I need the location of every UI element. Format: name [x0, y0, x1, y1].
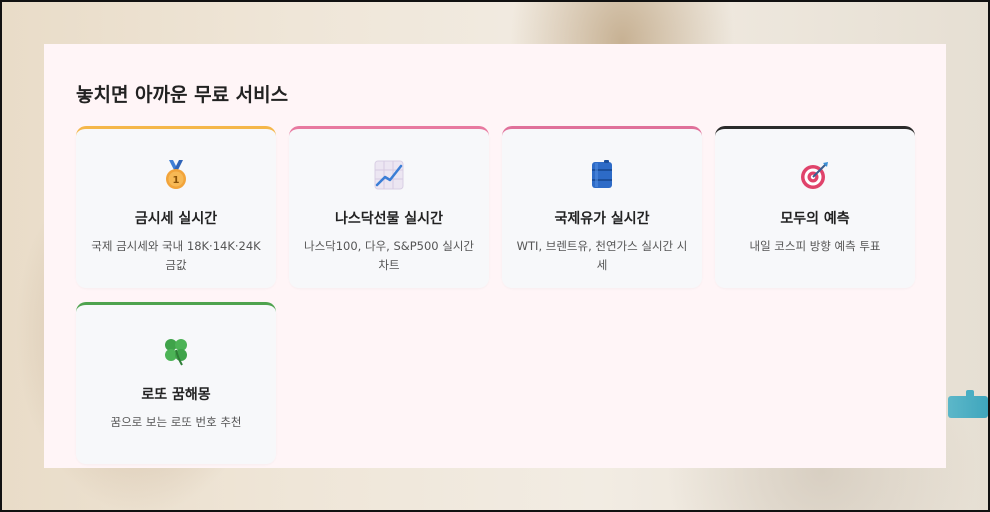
service-card-prediction[interactable]: 모두의 예측 내일 코스피 방향 예측 투표 [715, 126, 915, 288]
card-title: 모두의 예측 [780, 211, 850, 227]
card-description: 꿈으로 보는 로또 번호 추천 [110, 415, 242, 429]
four-leaf-clover-icon [160, 335, 192, 367]
card-description: WTI, 브렌트유, 천연가스 실시간 시세 [516, 239, 688, 272]
svg-text:1: 1 [173, 175, 180, 186]
service-card-oil-price[interactable]: 국제유가 실시간 WTI, 브렌트유, 천연가스 실시간 시세 [502, 126, 702, 288]
card-title: 로또 꿈해몽 [141, 387, 211, 403]
card-description: 나스닥100, 다우, S&P500 실시간 차트 [303, 239, 475, 272]
card-description: 내일 코스피 방향 예측 투표 [749, 239, 881, 253]
service-card-gold-price[interactable]: 1 금시세 실시간 국제 금시세와 국내 18K·14K·24K 금값 [76, 126, 276, 288]
card-title: 나스닥선물 실시간 [335, 211, 443, 227]
free-services-panel: 놓치면 아까운 무료 서비스 1 금시세 실시간 국제 금시세와 국내 18K·… [44, 44, 946, 468]
background-decoration [948, 390, 988, 418]
service-card-nasdaq-futures[interactable]: 나스닥선물 실시간 나스닥100, 다우, S&P500 실시간 차트 [289, 126, 489, 288]
oil-drum-icon [586, 159, 618, 191]
card-title: 금시세 실시간 [134, 211, 218, 227]
direct-hit-target-icon [799, 159, 831, 191]
section-title: 놓치면 아까운 무료 서비스 [76, 84, 289, 106]
card-title: 국제유가 실시간 [554, 211, 650, 227]
service-card-lotto-dream[interactable]: 로또 꿈해몽 꿈으로 보는 로또 번호 추천 [76, 302, 276, 464]
card-description: 국제 금시세와 국내 18K·14K·24K 금값 [91, 239, 261, 272]
gold-medal-icon: 1 [160, 159, 192, 191]
chart-increasing-icon [373, 159, 405, 191]
